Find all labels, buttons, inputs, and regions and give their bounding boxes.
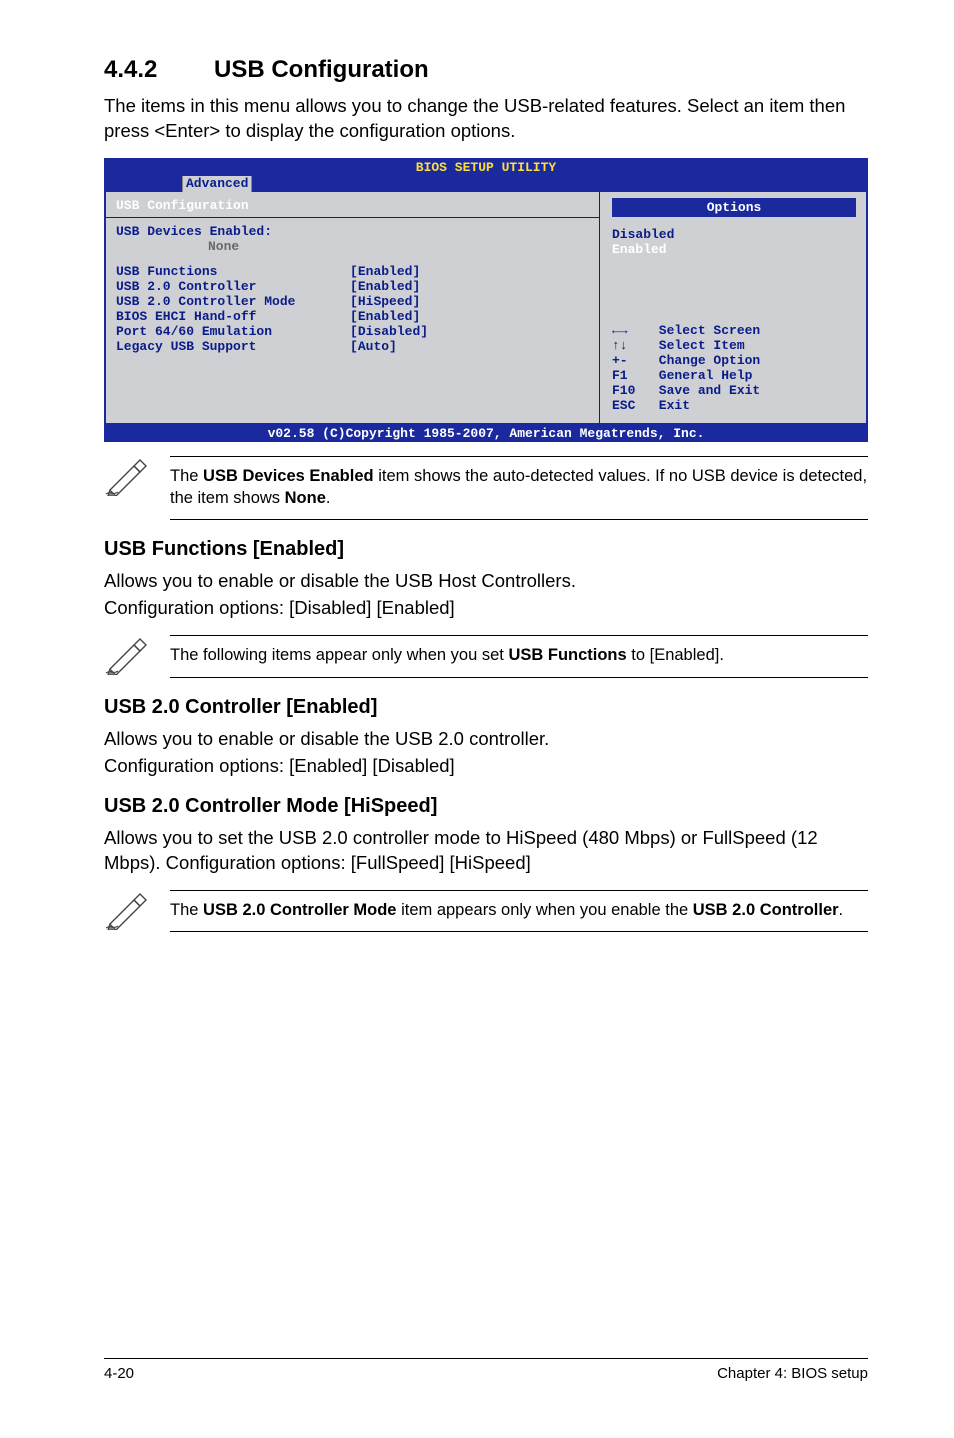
bios-devices-label: USB Devices Enabled: (116, 224, 589, 239)
section-number: 4.4.2 (104, 56, 214, 84)
pencil-icon (104, 635, 148, 675)
bios-options-list: Disabled Enabled (612, 227, 856, 257)
section-heading: 4.4.2USB Configuration (104, 56, 868, 84)
note-block: The USB Devices Enabled item shows the a… (104, 456, 868, 521)
bios-config-row[interactable]: USB Functions [Enabled] (116, 264, 589, 279)
bios-help-line: ESC Exit (612, 398, 856, 413)
pencil-icon (104, 890, 148, 930)
body-text: Allows you to set the USB 2.0 controller… (104, 826, 868, 876)
bios-config-title: USB Configuration (116, 198, 589, 213)
page-footer: 4-20 Chapter 4: BIOS setup (104, 1358, 868, 1382)
body-text: Allows you to enable or disable the USB … (104, 569, 868, 594)
body-text: Configuration options: [Disabled] [Enabl… (104, 596, 868, 621)
bios-config-row[interactable]: BIOS EHCI Hand-off [Enabled] (116, 309, 589, 324)
page-number: 4-20 (104, 1365, 134, 1382)
sub-heading: USB 2.0 Controller [Enabled] (104, 696, 868, 719)
bios-options-title: Options (612, 198, 856, 217)
body-text: Allows you to enable or disable the USB … (104, 727, 868, 752)
bios-devices-value: None (116, 239, 589, 254)
bios-config-row[interactable]: USB 2.0 Controller Mode [HiSpeed] (116, 294, 589, 309)
bios-config-row[interactable]: USB 2.0 Controller [Enabled] (116, 279, 589, 294)
bios-help-line: F10 Save and Exit (612, 383, 856, 398)
section-title: USB Configuration (214, 56, 429, 83)
bios-panel: BIOS SETUP UTILITY Advanced USB Configur… (104, 158, 868, 442)
note-text: The USB Devices Enabled item shows the a… (170, 456, 868, 521)
bios-option-selected[interactable]: Enabled (612, 242, 856, 257)
bios-help-line: +- Change Option (612, 353, 856, 368)
bios-help-line: ↑↓ Select Item (612, 338, 856, 353)
bios-left-pane: USB Configuration USB Devices Enabled: N… (106, 192, 600, 423)
bios-option[interactable]: Disabled (612, 227, 856, 242)
bios-config-rows: USB Functions [Enabled]USB 2.0 Controlle… (116, 264, 589, 354)
note-text: The following items appear only when you… (170, 635, 868, 677)
intro-paragraph: The items in this menu allows you to cha… (104, 94, 868, 144)
bios-body: USB Configuration USB Devices Enabled: N… (104, 192, 868, 425)
bios-tabbar: Advanced (182, 176, 252, 192)
chapter-label: Chapter 4: BIOS setup (717, 1365, 868, 1382)
pencil-icon (104, 456, 148, 496)
bios-config-row[interactable]: Legacy USB Support [Auto] (116, 339, 589, 354)
bios-header: BIOS SETUP UTILITY Advanced (104, 158, 868, 192)
bios-divider (106, 217, 599, 218)
bios-help-block: ←→ Select Screen↑↓ Select Item+- Change … (612, 265, 856, 413)
bios-tab-advanced[interactable]: Advanced (182, 176, 252, 192)
sub-heading: USB 2.0 Controller Mode [HiSpeed] (104, 795, 868, 818)
bios-help-line: F1 General Help (612, 368, 856, 383)
bios-right-pane: Options Disabled Enabled ←→ Select Scree… (600, 192, 866, 423)
note-block: The following items appear only when you… (104, 635, 868, 677)
bios-footer: v02.58 (C)Copyright 1985-2007, American … (104, 425, 868, 442)
body-text: Configuration options: [Enabled] [Disabl… (104, 754, 868, 779)
bios-help-line: ←→ Select Screen (612, 323, 856, 338)
sub-heading: USB Functions [Enabled] (104, 538, 868, 561)
note-text: The USB 2.0 Controller Mode item appears… (170, 890, 868, 932)
note-block: The USB 2.0 Controller Mode item appears… (104, 890, 868, 932)
bios-header-title: BIOS SETUP UTILITY (104, 159, 868, 175)
bios-config-row[interactable]: Port 64/60 Emulation [Disabled] (116, 324, 589, 339)
